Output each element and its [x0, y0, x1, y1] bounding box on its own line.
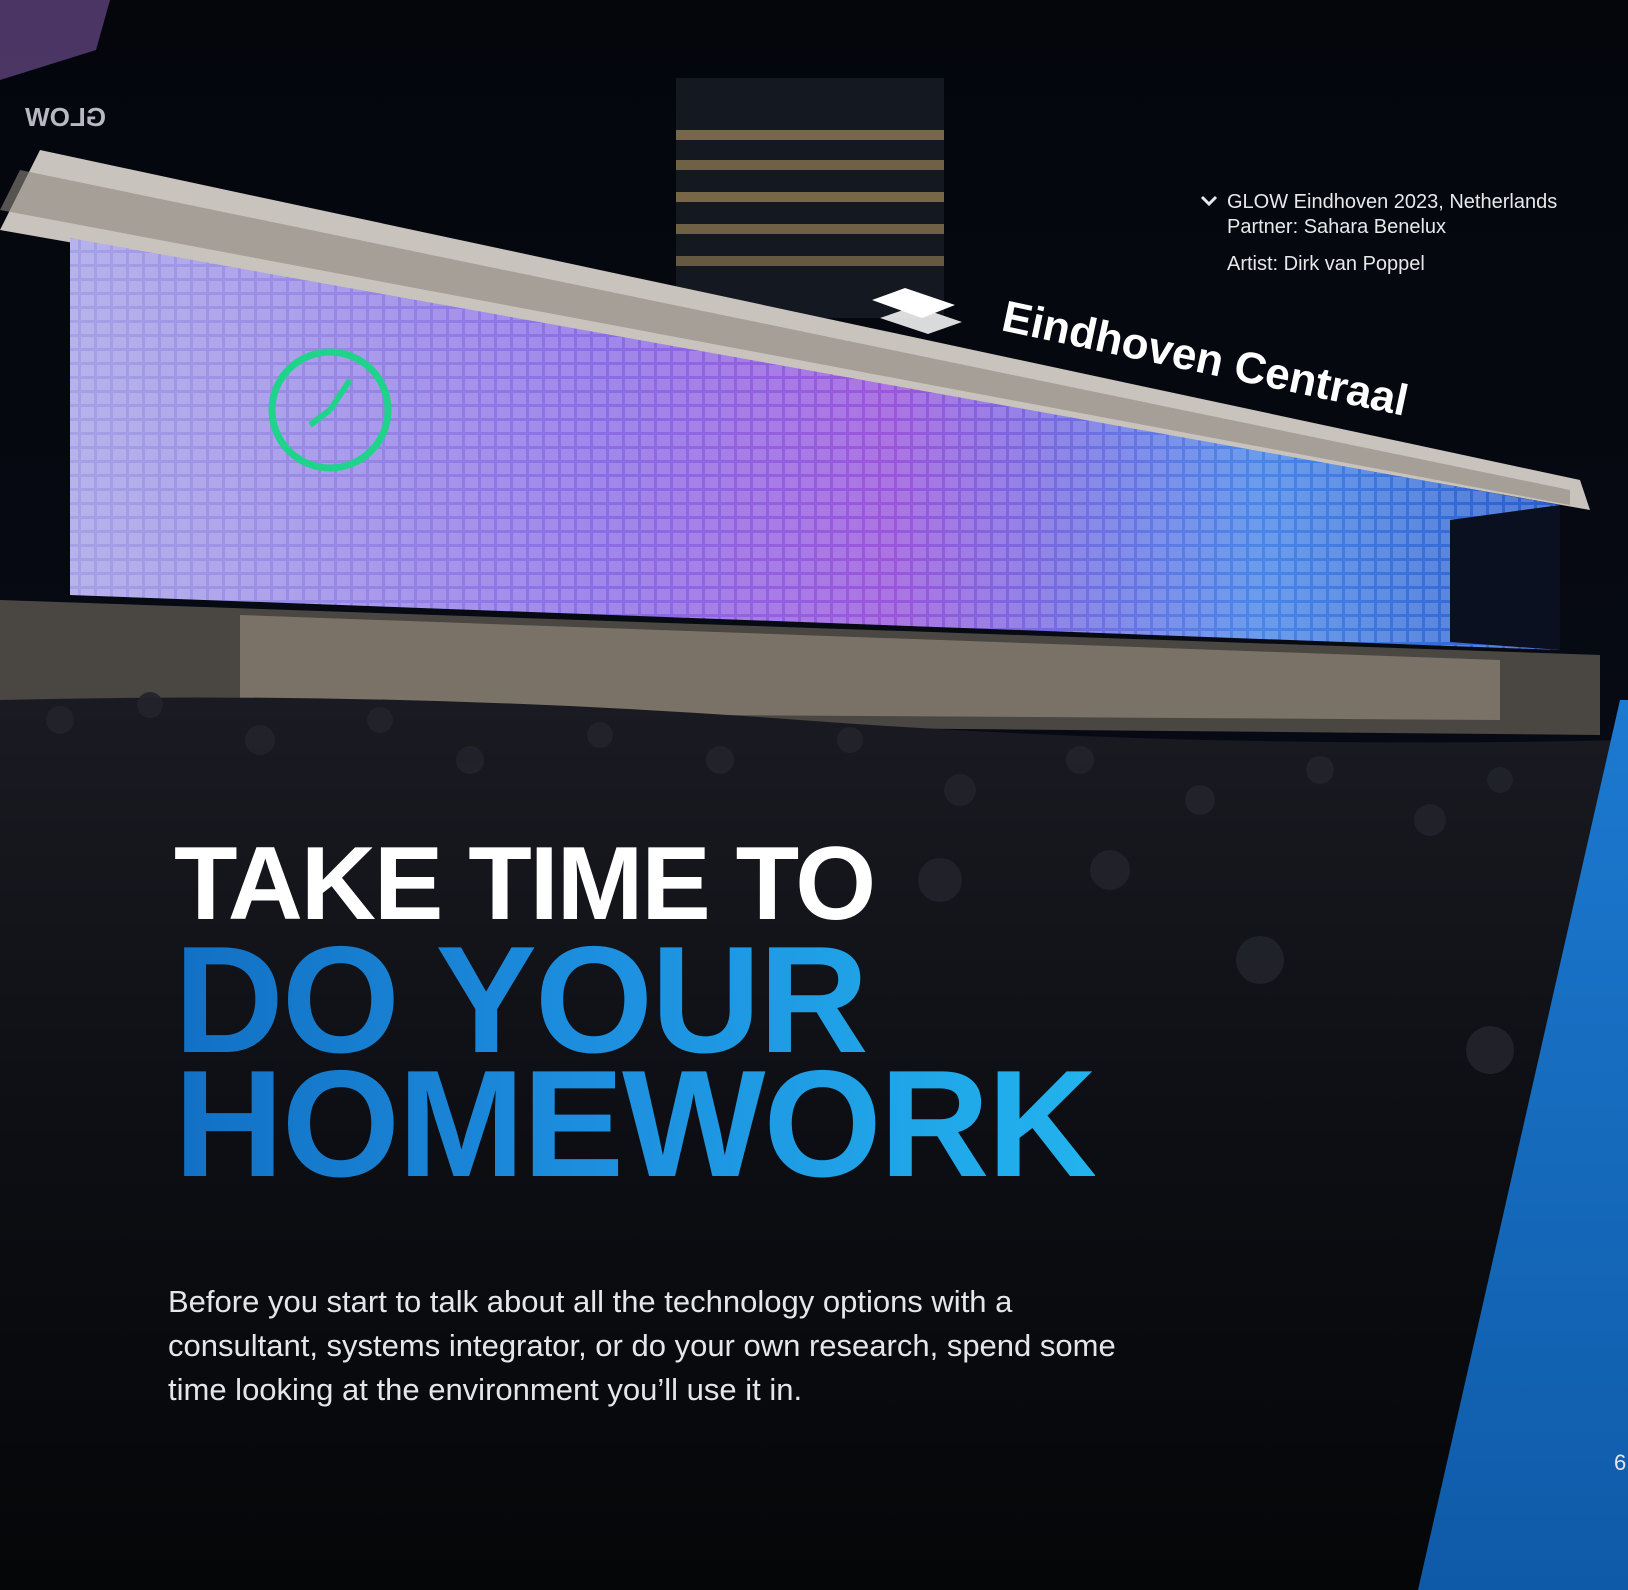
headline: TAKE TIME TO DO YOUR HOMEWORK — [174, 832, 1097, 1209]
office-tower — [676, 78, 944, 318]
body-paragraph: Before you start to talk about all the t… — [168, 1284, 1116, 1407]
headline-line-3: HOMEWORK — [174, 1039, 1097, 1209]
caption-event: GLOW Eindhoven 2023, Netherlands — [1227, 191, 1558, 213]
page-number: 6 — [1614, 1450, 1627, 1475]
caption-partner: Partner: Sahara Benelux — [1227, 216, 1447, 238]
caption-artist: Artist: Dirk van Poppel — [1227, 253, 1425, 275]
chevron-down-icon — [1200, 195, 1218, 207]
photo-caption: GLOW Eindhoven 2023, Netherlands Partner… — [1200, 190, 1557, 277]
brochure-page: GLOW Eindhoven Centraal GLOW Eindhoven 2… — [0, 0, 1628, 1590]
svg-text:GLOW: GLOW — [25, 102, 106, 132]
